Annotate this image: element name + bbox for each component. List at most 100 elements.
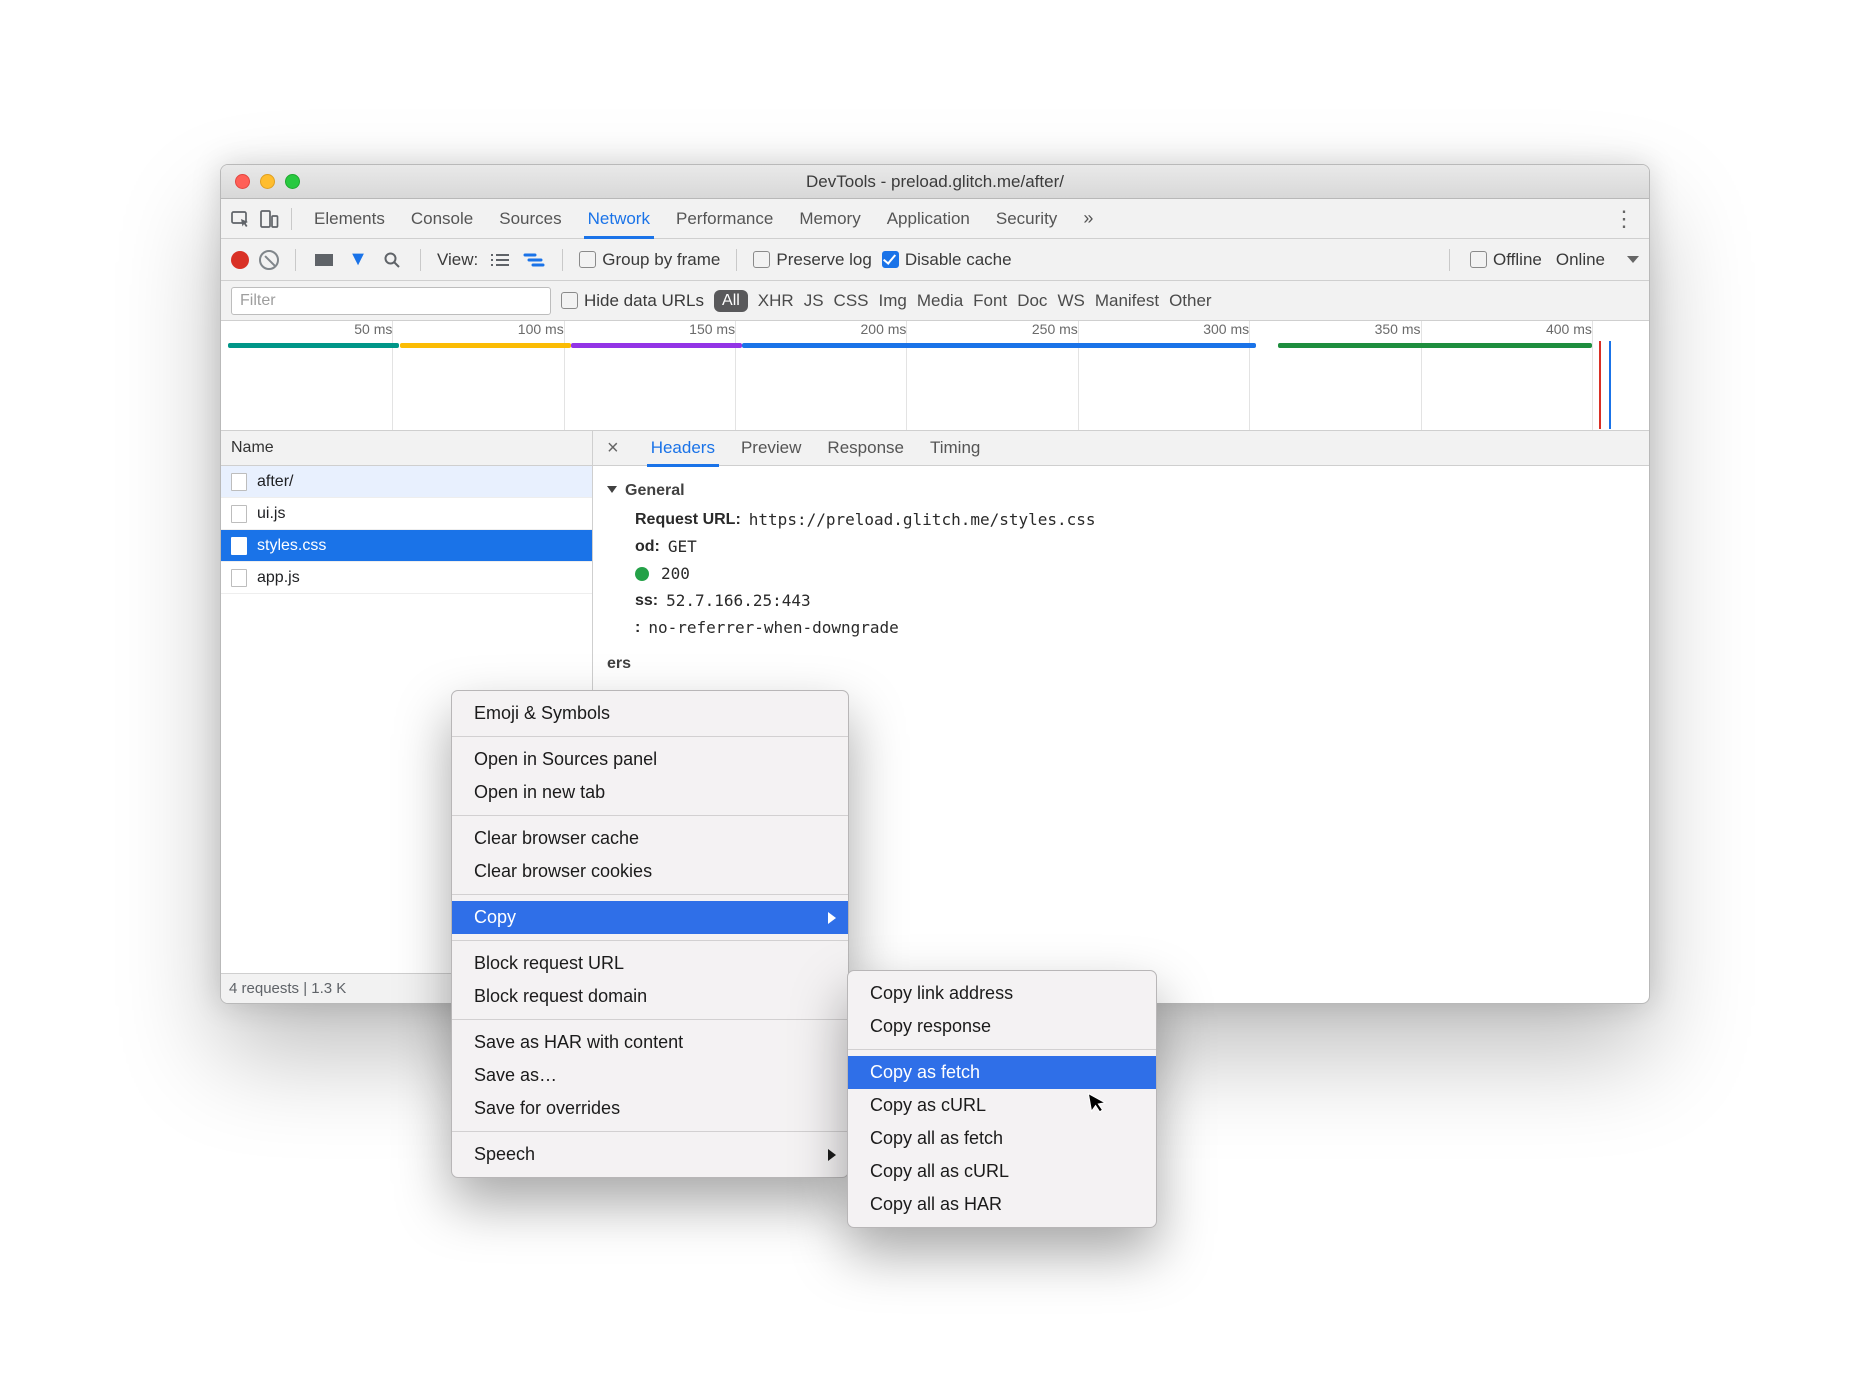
filter-img[interactable]: Img (879, 291, 907, 311)
filter-bar: Filter Hide data URLs All XHR JS CSS Img… (221, 281, 1649, 321)
panel-tabbar: Elements Console Sources Network Perform… (221, 199, 1649, 239)
general-section[interactable]: General (607, 482, 1631, 500)
tick: 100 ms (518, 321, 564, 337)
detail-tab-response[interactable]: Response (827, 438, 904, 458)
menu-speech[interactable]: Speech (452, 1138, 848, 1171)
copy-submenu: Copy link address Copy response Copy as … (847, 970, 1157, 1228)
tick: 250 ms (1032, 321, 1078, 337)
filter-xhr[interactable]: XHR (758, 291, 794, 311)
hide-data-urls-checkbox[interactable]: Hide data URLs (561, 291, 704, 311)
menu-save-overrides[interactable]: Save for overrides (452, 1092, 848, 1125)
remote-address-key: ss: (635, 592, 658, 610)
record-icon[interactable] (231, 251, 249, 269)
referrer-policy-key: : (635, 619, 640, 637)
view-list-icon[interactable] (488, 248, 512, 272)
request-row[interactable]: styles.css (221, 530, 592, 562)
tick: 400 ms (1546, 321, 1592, 337)
tab-network[interactable]: Network (588, 209, 650, 229)
tabs-overflow-icon[interactable]: » (1083, 208, 1093, 229)
menu-save-har[interactable]: Save as HAR with content (452, 1026, 848, 1059)
filter-font[interactable]: Font (973, 291, 1007, 311)
tab-elements[interactable]: Elements (314, 209, 385, 229)
request-method-value: GET (668, 537, 697, 556)
menu-block-domain[interactable]: Block request domain (452, 980, 848, 1013)
tab-performance[interactable]: Performance (676, 209, 773, 229)
file-icon (231, 505, 247, 523)
response-headers-section[interactable]: ers (607, 655, 1631, 673)
submenu-copy-all-fetch[interactable]: Copy all as fetch (848, 1122, 1156, 1155)
settings-kebab-icon[interactable]: ⋮ (1613, 206, 1635, 232)
offline-checkbox[interactable]: Offline (1470, 250, 1542, 270)
menu-open-sources[interactable]: Open in Sources panel (452, 743, 848, 776)
status-dot-icon (635, 567, 649, 581)
tick: 350 ms (1375, 321, 1421, 337)
tick: 150 ms (689, 321, 735, 337)
cursor-icon (1086, 1088, 1110, 1115)
menu-emoji-symbols[interactable]: Emoji & Symbols (452, 697, 848, 730)
submenu-copy-response[interactable]: Copy response (848, 1010, 1156, 1043)
filter-js[interactable]: JS (804, 291, 824, 311)
submenu-copy-all-curl[interactable]: Copy all as cURL (848, 1155, 1156, 1188)
status-code-value: 200 (661, 564, 690, 583)
window-title: DevTools - preload.glitch.me/after/ (221, 172, 1649, 192)
clear-icon[interactable] (259, 250, 279, 270)
filter-media[interactable]: Media (917, 291, 963, 311)
submenu-copy-as-fetch[interactable]: Copy as fetch (848, 1056, 1156, 1089)
detail-tab-timing[interactable]: Timing (930, 438, 980, 458)
tab-security[interactable]: Security (996, 209, 1057, 229)
request-url-value: https://preload.glitch.me/styles.css (749, 510, 1096, 529)
tab-application[interactable]: Application (887, 209, 970, 229)
filter-ws[interactable]: WS (1057, 291, 1084, 311)
tab-console[interactable]: Console (411, 209, 473, 229)
request-row[interactable]: app.js (221, 562, 592, 594)
file-icon (231, 537, 247, 555)
search-icon[interactable] (380, 248, 404, 272)
menu-clear-cookies[interactable]: Clear browser cookies (452, 855, 848, 888)
throttling-dropdown-icon[interactable] (1627, 256, 1639, 263)
tab-memory[interactable]: Memory (799, 209, 860, 229)
filter-input[interactable]: Filter (231, 287, 551, 315)
request-row[interactable]: after/ (221, 466, 592, 498)
inspect-element-icon[interactable] (229, 207, 253, 231)
filter-all[interactable]: All (714, 290, 748, 312)
tick: 50 ms (354, 321, 392, 337)
name-column-header[interactable]: Name (221, 431, 592, 466)
devtools-window: DevTools - preload.glitch.me/after/ Elem… (220, 164, 1650, 1004)
device-toolbar-icon[interactable] (257, 207, 281, 231)
menu-save-as[interactable]: Save as… (452, 1059, 848, 1092)
request-row[interactable]: ui.js (221, 498, 592, 530)
filter-manifest[interactable]: Manifest (1095, 291, 1159, 311)
view-label: View: (437, 250, 478, 270)
preserve-log-checkbox[interactable]: Preserve log (753, 250, 871, 270)
network-toolbar: ▼ View: Group by frame Preserve log Disa… (221, 239, 1649, 281)
close-details-icon[interactable]: × (607, 437, 619, 460)
tab-sources[interactable]: Sources (499, 209, 561, 229)
disable-cache-checkbox[interactable]: Disable cache (882, 250, 1012, 270)
referrer-policy-value: no-referrer-when-downgrade (648, 618, 898, 637)
filter-doc[interactable]: Doc (1017, 291, 1047, 311)
menu-block-url[interactable]: Block request URL (452, 947, 848, 980)
menu-open-new-tab[interactable]: Open in new tab (452, 776, 848, 809)
file-icon (231, 473, 247, 491)
filter-other[interactable]: Other (1169, 291, 1212, 311)
detail-tab-headers[interactable]: Headers (651, 438, 715, 458)
detail-tab-preview[interactable]: Preview (741, 438, 801, 458)
disclosure-triangle-icon (607, 486, 617, 493)
file-icon (231, 569, 247, 587)
timeline-overview[interactable]: 50 ms 100 ms 150 ms 200 ms 250 ms 300 ms… (221, 321, 1649, 431)
view-waterfall-icon[interactable] (522, 248, 546, 272)
remote-address-value: 52.7.166.25:443 (666, 591, 811, 610)
submenu-copy-all-har[interactable]: Copy all as HAR (848, 1188, 1156, 1221)
group-by-frame-checkbox[interactable]: Group by frame (579, 250, 720, 270)
filter-css[interactable]: CSS (834, 291, 869, 311)
submenu-copy-as-curl[interactable]: Copy as cURL (848, 1089, 1156, 1122)
submenu-copy-link[interactable]: Copy link address (848, 977, 1156, 1010)
menu-clear-cache[interactable]: Clear browser cache (452, 822, 848, 855)
tick: 200 ms (861, 321, 907, 337)
tick: 300 ms (1203, 321, 1249, 337)
menu-copy[interactable]: Copy (452, 901, 848, 934)
titlebar: DevTools - preload.glitch.me/after/ (221, 165, 1649, 199)
capture-screenshot-icon[interactable] (312, 248, 336, 272)
filter-icon[interactable]: ▼ (346, 248, 370, 272)
throttling-select[interactable]: Online (1556, 250, 1605, 270)
